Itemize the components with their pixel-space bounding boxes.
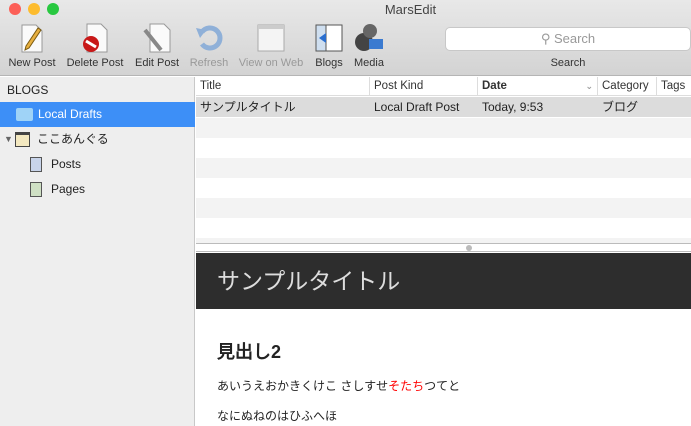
media-button[interactable]: Media [351,22,387,69]
preview-paragraph-2: なにぬねのはひふへほ [217,409,338,423]
search-placeholder: Search [553,31,596,46]
table-header: Title Post Kind Date ⌄ Category Tags [196,77,691,96]
divider-handle-icon[interactable] [466,245,472,251]
date-label: Date [482,80,507,92]
sidebar-item-blog[interactable]: ▼ ここあんぐる [0,127,195,152]
blog-label: ここあんぐる [37,132,109,146]
preview-title: サンプルタイトル [196,253,691,309]
folder-icon [16,108,33,121]
sidebar: BLOGS Local Drafts ▼ ここあんぐる Posts Pages [0,77,195,426]
delete-page-icon [79,22,111,54]
search-label: Search [550,57,586,69]
blogs-button[interactable]: Blogs [311,22,347,69]
blogs-drawer-icon [313,22,345,54]
refresh-label: Refresh [189,57,229,69]
sidebar-item-pages[interactable]: Pages [0,177,195,202]
disclosure-triangle-icon[interactable]: ▼ [4,127,13,152]
para1-text-end: つてと [424,379,461,393]
blog-icon [15,132,30,147]
cell-post-kind: Local Draft Post [374,100,460,114]
new-post-button[interactable]: New Post [5,22,59,69]
edit-post-button[interactable]: Edit Post [131,22,183,69]
post-preview: サンプルタイトル 見出し2 あいうえおかきくけこ さしすせそたちつてと なにぬね… [196,243,691,426]
column-post-kind[interactable]: Post Kind [370,77,478,96]
refresh-icon [193,22,225,54]
cell-date: Today, 9:53 [482,100,544,114]
posts-icon [30,157,42,172]
column-date[interactable]: Date ⌄ [478,77,598,96]
media-label: Media [354,57,384,69]
window-title: MarsEdit [384,2,437,17]
posts-label: Posts [51,157,82,171]
table-row[interactable]: サンプルタイトル Local Draft Post Today, 9:53 ブロ… [196,97,691,117]
preview-heading: 見出し2 [217,342,282,362]
blogs-heading: BLOGS [7,83,49,97]
pages-label: Pages [51,182,86,196]
sidebar-item-local-drafts[interactable]: Local Drafts [0,102,195,127]
view-on-web-label: View on Web [238,57,304,69]
title-bar: MarsEdit New Post Delete Post Edit Post … [0,0,691,76]
new-post-label: New Post [8,57,56,69]
column-tags[interactable]: Tags [657,77,691,96]
wrench-page-icon [141,22,173,54]
cell-title: サンプルタイトル [200,100,296,114]
para1-red-text: そたち [388,379,425,393]
column-title[interactable]: Title [196,77,370,96]
preview-paragraph-1: あいうえおかきくけこ さしすせそたちつてと [217,377,460,394]
empty-row [196,198,691,218]
delete-post-label: Delete Post [66,57,124,69]
empty-row [196,158,691,178]
film-reel-icon [353,22,385,54]
pages-icon [30,182,42,197]
search-input[interactable]: ⚲ Search [445,27,691,51]
local-drafts-label: Local Drafts [38,107,103,121]
sidebar-item-posts[interactable]: Posts [0,152,195,177]
sort-chevron-icon: ⌄ [585,81,593,91]
empty-row [196,118,691,138]
pencil-page-icon [16,22,48,54]
cell-category: ブログ [602,100,639,114]
edit-post-label: Edit Post [134,57,180,69]
para1-text: あいうえおかきくけこ さしすせ [217,379,389,393]
column-category[interactable]: Category [598,77,657,96]
refresh-button[interactable]: Refresh [186,22,232,69]
view-on-web-button[interactable]: View on Web [235,22,307,69]
delete-post-button[interactable]: Delete Post [63,22,127,69]
blogs-label: Blogs [315,57,343,69]
browser-window-icon [255,22,287,54]
split-divider[interactable] [196,244,691,252]
search-icon: ⚲ [540,31,551,46]
